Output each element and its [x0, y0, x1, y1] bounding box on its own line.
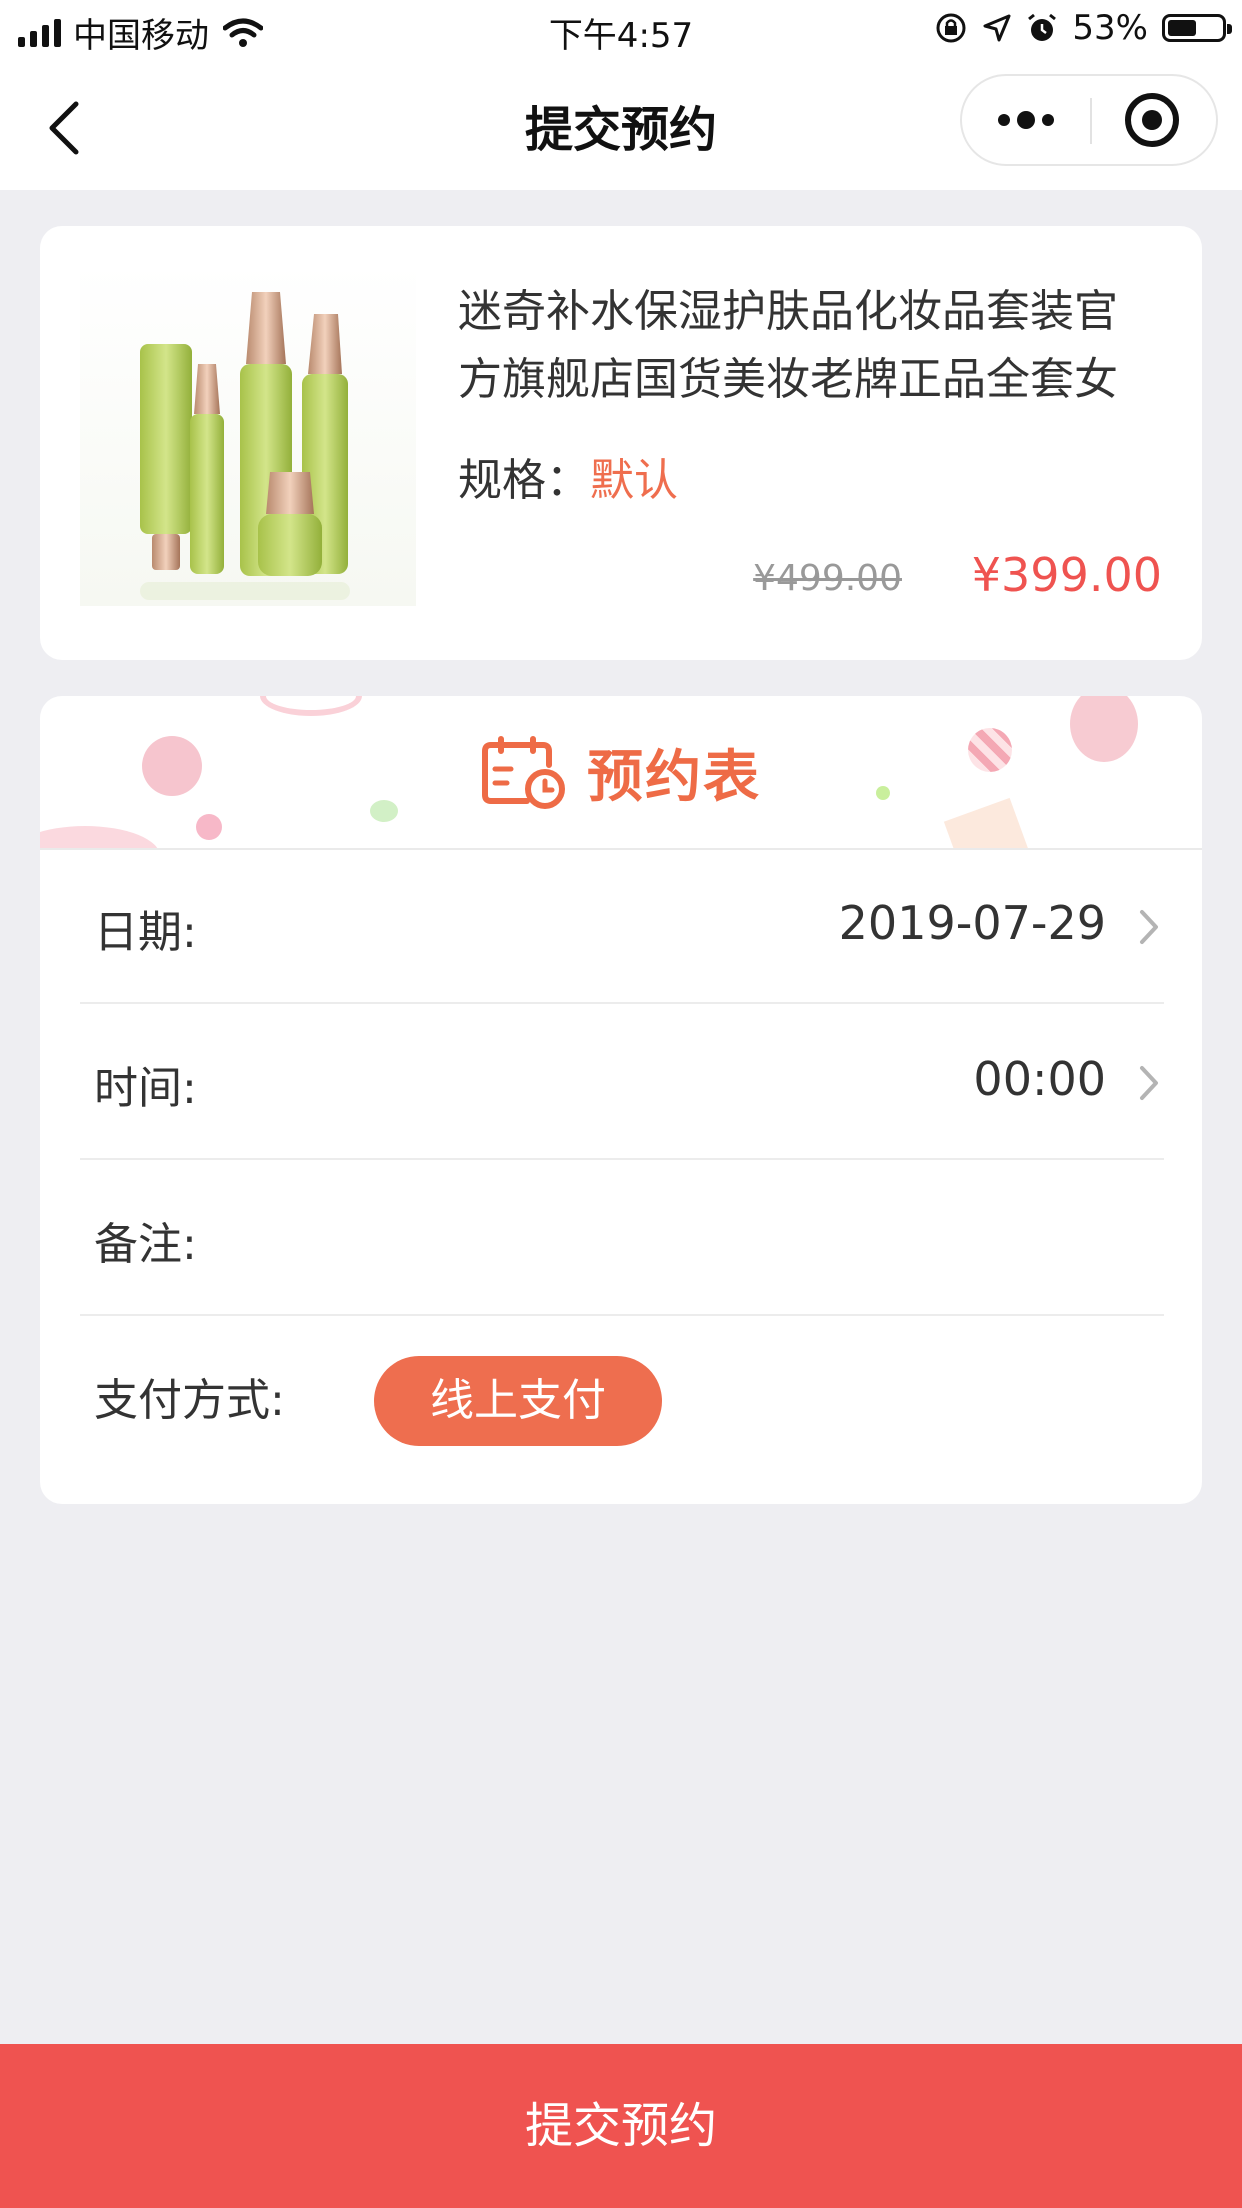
battery-percent: 53% — [1072, 8, 1148, 48]
online-payment-option[interactable]: 线上支付 — [374, 1356, 662, 1446]
remark-row[interactable]: 备注: — [80, 1162, 1164, 1316]
battery-fill — [1168, 20, 1196, 36]
decor-ribbon — [260, 696, 362, 716]
chevron-right-icon — [1140, 1066, 1158, 1100]
product-spec: 规格：默认 — [458, 444, 678, 508]
status-right: 53% — [934, 8, 1232, 48]
banner-text: 预约表 — [587, 745, 761, 810]
cosmetics-bottles-image — [140, 292, 350, 600]
close-miniprogram-button[interactable] — [1092, 76, 1218, 164]
spec-label: 规格： — [458, 455, 590, 506]
decor-arc — [40, 826, 160, 848]
payment-label: 支付方式: — [94, 1375, 285, 1426]
battery-icon — [1162, 14, 1232, 42]
calendar-clock-icon — [482, 735, 565, 809]
navigation-bar: 提交预约 — [0, 62, 1242, 190]
banner-title: 预约表 — [40, 732, 1202, 813]
sale-price: ¥399.00 — [971, 548, 1162, 602]
decor-dot — [196, 814, 222, 840]
reservation-form-card: 预约表 日期: 2019-07-29 时间: 00:00 备注: 支付方式: 线… — [40, 696, 1202, 1504]
time-row[interactable]: 时间: 00:00 — [80, 1006, 1164, 1160]
target-circle-icon — [1125, 93, 1179, 147]
product-title: 迷奇补水保湿护肤品化妆品套装官方旗舰店国货美妆老牌正品全套女 — [458, 286, 1118, 405]
location-arrow-icon — [983, 14, 1011, 42]
form-banner: 预约表 — [40, 696, 1202, 850]
alarm-icon — [1028, 13, 1057, 41]
date-value[interactable]: 2019-07-29 — [839, 896, 1106, 950]
payment-row: 支付方式: 线上支付 — [80, 1318, 1164, 1472]
submit-reservation-button[interactable]: 提交预约 — [0, 2044, 1242, 2208]
time-value[interactable]: 00:00 — [973, 1052, 1106, 1106]
more-dots-icon — [998, 111, 1054, 129]
product-image — [80, 264, 416, 606]
menu-capsule — [960, 74, 1218, 166]
date-label: 日期: — [94, 907, 197, 958]
more-button[interactable] — [962, 76, 1090, 164]
original-price: ¥499.00 — [753, 558, 902, 599]
remark-label: 备注: — [94, 1219, 197, 1270]
time-label: 时间: — [94, 1063, 197, 1114]
date-row[interactable]: 日期: 2019-07-29 — [80, 850, 1164, 1004]
spec-value: 默认 — [590, 455, 678, 506]
chevron-right-icon — [1140, 910, 1158, 944]
rotation-lock-icon — [936, 13, 966, 43]
product-card[interactable]: 迷奇补水保湿护肤品化妆品套装官方旗舰店国货美妆老牌正品全套女 规格：默认 ¥49… — [40, 226, 1202, 660]
status-bar: 中国移动 下午4:57 53% — [0, 0, 1242, 62]
